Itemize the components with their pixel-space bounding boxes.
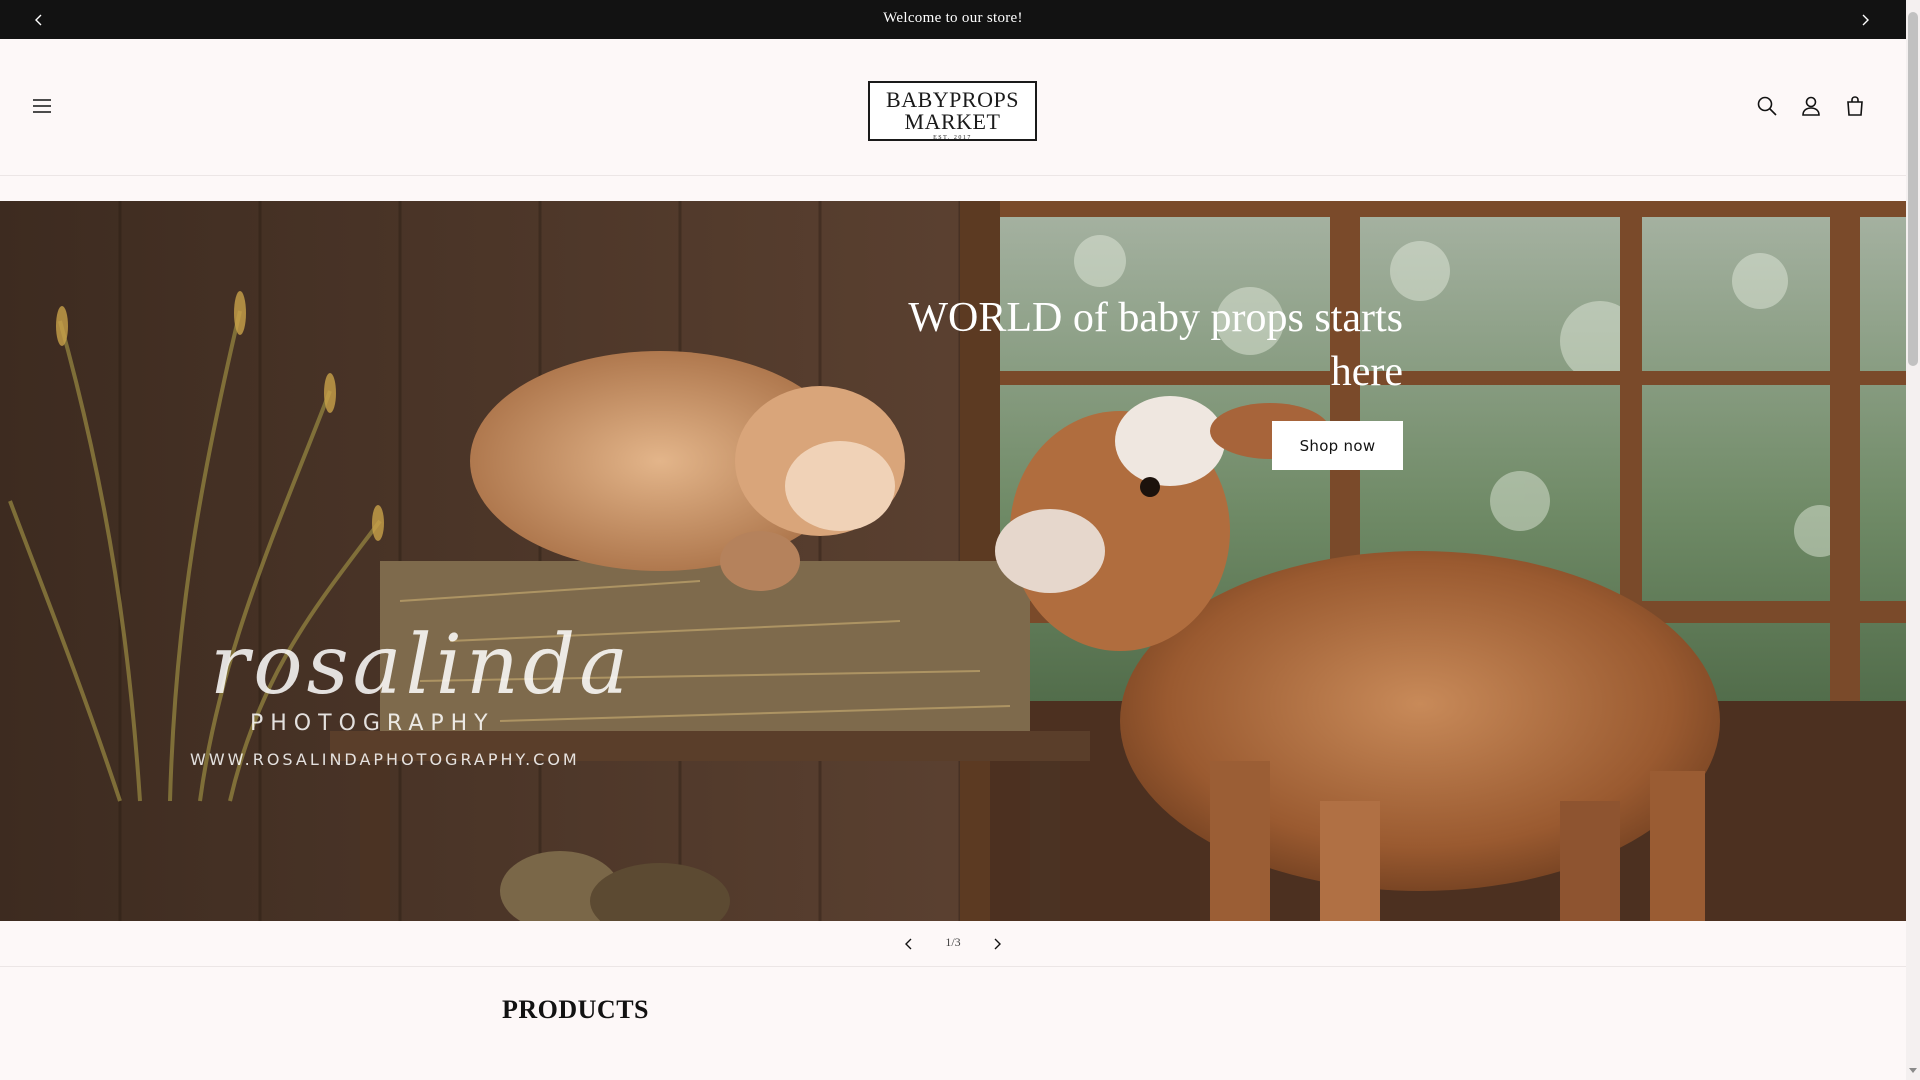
products-heading: PRODUCTS xyxy=(502,995,650,1024)
search-button[interactable] xyxy=(1752,91,1782,121)
site-header: BABYPROPS MARKET EST. 2017 xyxy=(0,39,1906,176)
account-button[interactable] xyxy=(1796,91,1826,121)
logo-line-3: EST. 2017 xyxy=(933,135,972,141)
watermark-name: rosalinda xyxy=(210,618,633,713)
menu-icon xyxy=(33,99,51,113)
scroll-down-arrow-icon[interactable] xyxy=(1909,1066,1917,1074)
store-logo[interactable]: BABYPROPS MARKET EST. 2017 xyxy=(868,81,1037,141)
hero-heading: WORLD of baby props starts here xyxy=(908,295,1403,395)
chevron-right-icon xyxy=(994,938,1001,950)
slideshow-controls: 1/3 xyxy=(0,921,1906,967)
shop-now-button[interactable]: Shop now xyxy=(1272,421,1403,470)
watermark-url: WWW.ROSALINDAPHOTOGRAPHY.COM xyxy=(190,750,580,769)
cart-icon xyxy=(1847,96,1863,116)
scrollbar-thumb[interactable] xyxy=(1908,12,1918,366)
photo-watermark: rosalinda PHOTOGRAPHY WWW.ROSALINDAPHOTO… xyxy=(90,618,710,770)
account-icon xyxy=(1802,96,1820,116)
menu-button[interactable] xyxy=(27,91,57,121)
logo-line-2: MARKET xyxy=(904,109,1001,134)
slide-next-button[interactable] xyxy=(986,933,1008,955)
hero-content: WORLD of baby props starts here Shop now xyxy=(843,291,1403,470)
announcement-next-button[interactable] xyxy=(1854,9,1876,31)
hero-slideshow: rosalinda PHOTOGRAPHY WWW.ROSALINDAPHOTO… xyxy=(0,201,1906,921)
cart-button[interactable] xyxy=(1840,91,1870,121)
chevron-left-icon xyxy=(905,938,912,950)
slide-prev-button[interactable] xyxy=(898,933,920,955)
announcement-message: Welcome to our store! xyxy=(883,10,1023,26)
chevron-right-icon xyxy=(1862,14,1869,26)
slide-counter: 1/3 xyxy=(945,935,961,949)
watermark-sub: PHOTOGRAPHY xyxy=(250,711,495,736)
search-icon xyxy=(1757,96,1777,116)
page-scrollbar[interactable] xyxy=(1906,0,1920,1080)
logo-line-1: BABYPROPS xyxy=(886,87,1019,112)
announcement-bar: Welcome to our store! xyxy=(0,0,1906,39)
